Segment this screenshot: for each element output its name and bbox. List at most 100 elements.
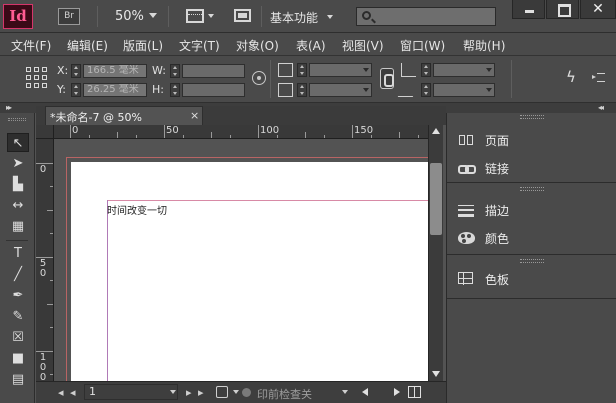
workspace-switcher[interactable]: 基本功能 — [270, 9, 318, 26]
panel-item-swatches[interactable]: 色板 — [447, 267, 616, 291]
panel-group-grip[interactable] — [520, 187, 544, 191]
menu-view[interactable]: 视图(V) — [342, 37, 384, 54]
collapse-left-chevron-icon[interactable]: ▸▸ — [6, 103, 12, 112]
reference-point-icon[interactable] — [252, 71, 266, 85]
rectangle-tool-icon[interactable]: ■ — [7, 349, 29, 368]
menu-table[interactable]: 表(A) — [296, 37, 326, 54]
text-frame-content[interactable]: 时间改变一切 — [107, 202, 167, 217]
split-window-icon[interactable] — [408, 386, 421, 398]
pencil-tool-icon[interactable]: ✎ — [7, 307, 29, 326]
menu-help[interactable]: 帮助(H) — [463, 37, 505, 54]
lightning-bolt-icon[interactable]: ϟ — [566, 68, 576, 86]
first-page-icon[interactable]: ◂ — [58, 386, 64, 399]
vertical-ruler[interactable]: 0 5 0 1 0 0 — [36, 139, 54, 381]
panel-item-stroke[interactable]: 描边 — [447, 198, 616, 222]
page-number-field[interactable]: 1 — [84, 384, 178, 400]
close-tab-icon[interactable]: × — [190, 109, 199, 122]
preflight-document-icon[interactable] — [216, 386, 228, 398]
menu-edit[interactable]: 编辑(E) — [67, 37, 108, 54]
maximize-button[interactable] — [546, 0, 579, 19]
panel-group-grip[interactable] — [520, 115, 544, 119]
document-tab[interactable]: *未命名-7 @ 50% × — [45, 106, 203, 125]
scroll-left-arrow-icon[interactable] — [362, 388, 368, 396]
line-tool-icon[interactable]: ╱ — [7, 265, 29, 284]
ruler-label: 5 0 — [39, 258, 47, 279]
panel-group-grip[interactable] — [520, 259, 544, 263]
scale-x-stepper[interactable] — [297, 63, 307, 77]
bridge-button[interactable]: Br — [58, 8, 80, 25]
rectangle-frame-tool-icon[interactable]: ☒ — [7, 328, 29, 347]
tools-grip[interactable] — [8, 118, 26, 121]
vertical-scrollbar[interactable] — [428, 125, 443, 381]
previous-page-icon[interactable]: ◂ — [70, 386, 76, 399]
collapse-right-chevron-icon[interactable]: ◂◂ — [598, 103, 604, 112]
search-input[interactable] — [356, 7, 496, 26]
selection-tool-arrow-icon[interactable]: ↖ — [7, 133, 29, 152]
panel-item-pages[interactable]: 页面 — [447, 128, 616, 152]
horizontal-ruler[interactable]: 0 50 100 150 — [54, 125, 428, 139]
scale-y-stepper[interactable] — [297, 83, 307, 97]
type-tool-icon[interactable]: T — [7, 244, 29, 263]
scale-y-icon — [278, 83, 293, 97]
scroll-down-arrow-icon[interactable] — [432, 371, 440, 377]
last-page-icon[interactable]: ▸ — [198, 386, 204, 399]
indesign-logo: Id — [3, 4, 33, 29]
panel-item-label: 色板 — [485, 273, 510, 287]
x-position-field[interactable]: 166.5 毫米 — [83, 64, 147, 78]
gap-tool-icon[interactable]: ↔ — [7, 196, 29, 215]
preflight-menu-chevron-down-icon[interactable] — [342, 390, 348, 394]
status-bar: ◂ ◂ 1 ▸ ▸ 印前检查关 — [36, 381, 446, 403]
scroll-thumb[interactable] — [430, 163, 442, 235]
menu-layout[interactable]: 版面(L) — [123, 37, 163, 54]
constrain-proportions-chain-icon[interactable] — [380, 68, 394, 89]
y-position-field[interactable]: 26.25 毫米 — [83, 83, 147, 97]
zoom-dropdown-chevron-down-icon[interactable] — [149, 13, 157, 18]
zoom-level[interactable]: 50% — [115, 9, 144, 24]
reference-point-grid-icon[interactable] — [26, 67, 47, 88]
rotate-stepper[interactable] — [421, 63, 431, 77]
page-dropdown-chevron-down-icon[interactable] — [170, 390, 176, 394]
rotate-angle-field[interactable] — [433, 63, 495, 77]
scissors-tool-icon[interactable]: ▤ — [7, 370, 29, 389]
menu-object[interactable]: 对象(O) — [236, 37, 279, 54]
ruler-label: 0 — [39, 164, 47, 175]
screen-mode-icon[interactable] — [234, 9, 251, 22]
divider — [270, 60, 271, 98]
x-stepper[interactable] — [71, 64, 81, 78]
scroll-right-arrow-icon[interactable] — [394, 388, 400, 396]
content-collector-tool-icon[interactable]: ▦ — [7, 217, 29, 236]
menu-window[interactable]: 窗口(W) — [400, 37, 445, 54]
y-stepper[interactable] — [71, 83, 81, 97]
view-options-icon[interactable] — [186, 9, 204, 23]
workspace-chevron-down-icon[interactable] — [327, 15, 333, 19]
w-stepper[interactable] — [170, 64, 180, 78]
close-window-button[interactable]: ✕ — [580, 0, 616, 19]
panel-item-color[interactable]: 颜色 — [447, 226, 616, 250]
height-field[interactable] — [182, 83, 245, 97]
scale-y-field[interactable] — [309, 83, 372, 97]
x-label: X: — [57, 64, 69, 77]
view-options-chevron-down-icon[interactable] — [208, 14, 214, 18]
divider — [97, 6, 98, 27]
control-panel-menu-icon[interactable] — [592, 73, 606, 82]
document-tab-bar: *未命名-7 @ 50% × — [36, 106, 446, 125]
shear-angle-field[interactable] — [433, 83, 495, 97]
direct-selection-tool-icon[interactable]: ➤ — [7, 154, 29, 173]
menu-file[interactable]: 文件(F) — [11, 37, 51, 54]
minimize-button[interactable] — [512, 0, 545, 19]
next-page-icon[interactable]: ▸ — [186, 386, 192, 399]
scale-x-field[interactable] — [309, 63, 372, 77]
ruler-origin[interactable] — [36, 125, 54, 139]
preflight-profile-chevron-down-icon[interactable] — [233, 390, 239, 394]
pen-tool-icon[interactable]: ✒ — [7, 286, 29, 305]
menu-type[interactable]: 文字(T) — [179, 37, 220, 54]
h-stepper[interactable] — [170, 83, 180, 97]
page-tool-icon[interactable]: ▙ — [7, 175, 29, 194]
document-page[interactable]: 时间改变一切 — [71, 162, 428, 381]
width-field[interactable] — [182, 64, 245, 78]
scroll-up-arrow-icon[interactable] — [432, 128, 440, 134]
pasteboard[interactable]: 时间改变一切 — [55, 140, 428, 381]
menu-bar: 文件(F) 编辑(E) 版面(L) 文字(T) 对象(O) 表(A) 视图(V)… — [0, 33, 616, 56]
shear-stepper[interactable] — [421, 83, 431, 97]
panel-item-links[interactable]: 链接 — [447, 156, 616, 180]
